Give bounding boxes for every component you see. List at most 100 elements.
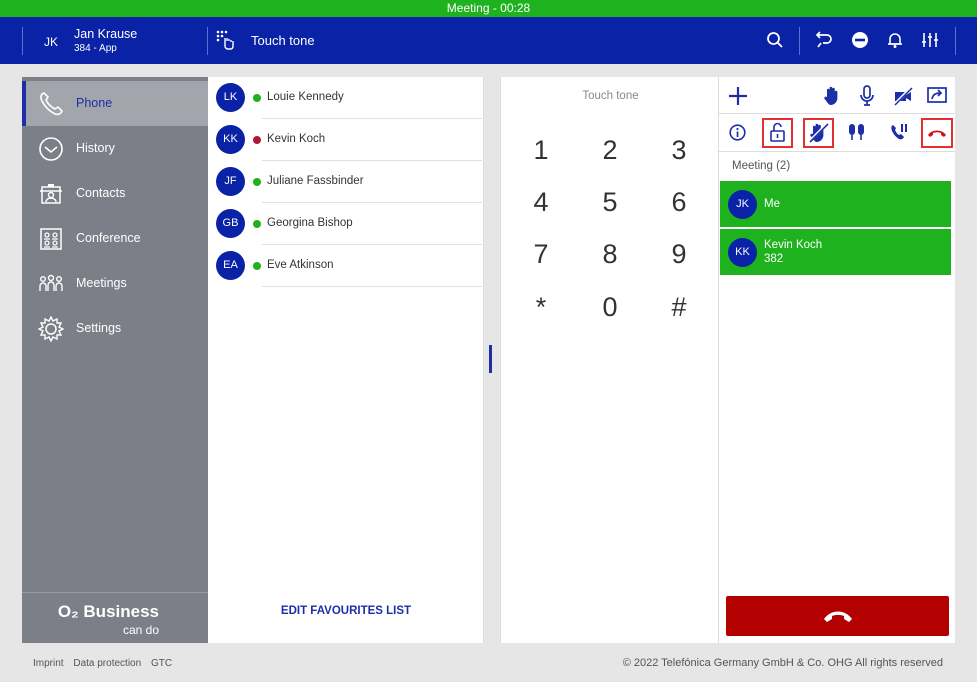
presence-dot (253, 262, 261, 270)
contact-name: Eve Atkinson (267, 259, 334, 271)
footer-links: Imprint Data protection GTC (33, 658, 179, 669)
participant-name: Kevin Koch (764, 239, 823, 251)
dial-key-8[interactable]: 8 (585, 234, 635, 274)
dial-key-6[interactable]: 6 (654, 182, 704, 222)
edit-favourites-link[interactable]: EDIT FAVOURITES LIST (208, 605, 484, 617)
clock-icon (38, 136, 64, 165)
contact-name: Louie Kennedy (267, 91, 344, 103)
list-item[interactable]: JF Juliane Fassbinder (208, 161, 484, 203)
toolbar-divider (719, 151, 955, 152)
brand-name: O₂ Business (57, 602, 159, 621)
avatar: EA (216, 251, 245, 280)
dial-key-hash[interactable]: # (654, 287, 704, 327)
meeting-panel: Meeting (2) JK Me KK Kevin Koch 382 (719, 77, 955, 643)
hangup-icon (821, 604, 855, 631)
user-name[interactable]: Jan Krause (74, 27, 137, 41)
sidebar-item-history[interactable]: History (22, 126, 208, 171)
participant-name: Me (764, 198, 780, 210)
add-icon[interactable] (728, 86, 748, 109)
hold-icon[interactable] (890, 123, 908, 144)
gtc-link[interactable]: GTC (151, 658, 172, 669)
list-item[interactable]: GB Georgina Bishop (208, 203, 484, 245)
hangup-small-icon[interactable] (921, 118, 953, 148)
list-item[interactable]: LK Louie Kennedy (208, 77, 484, 119)
presence-dot (253, 178, 261, 186)
avatar: LK (216, 83, 245, 112)
sidebar-item-label: Settings (76, 321, 122, 335)
sidebar-item-meetings[interactable]: Meetings (22, 261, 208, 306)
avatar: JK (728, 190, 757, 219)
sidebar-item-phone[interactable]: Phone (22, 81, 208, 126)
brand-tagline: can do (122, 623, 159, 637)
dial-key-star[interactable]: * (516, 287, 566, 327)
sidebar-item-label: Phone (76, 96, 113, 110)
dial-key-9[interactable]: 9 (654, 234, 704, 274)
presence-dot (253, 220, 261, 228)
sidebar-item-settings[interactable]: Settings (22, 306, 208, 351)
copyright: © 2022 Telefónica Germany GmbH & Co. OHG… (622, 657, 943, 669)
do-not-disturb-icon[interactable] (851, 31, 869, 52)
avatar: KK (728, 238, 757, 267)
dialpad-title: Touch tone (582, 90, 639, 102)
dial-key-3[interactable]: 3 (654, 130, 704, 170)
dial-key-0[interactable]: 0 (585, 287, 635, 327)
video-off-icon[interactable] (892, 85, 914, 109)
list-item[interactable]: EA Eve Atkinson (208, 245, 484, 287)
dial-key-1[interactable]: 1 (516, 130, 566, 170)
imprint-link[interactable]: Imprint (33, 658, 64, 669)
dial-key-5[interactable]: 5 (585, 182, 635, 222)
lower-hands-icon[interactable] (803, 118, 834, 148)
list-item[interactable]: KK Kevin Koch (208, 119, 484, 161)
microphone-icon[interactable] (859, 85, 875, 110)
user-extension: 384 - App (74, 43, 117, 54)
page-title: Touch tone (251, 33, 315, 48)
dial-key-7[interactable]: 7 (516, 234, 566, 274)
favourites-panel: LK Louie Kennedy KK Kevin Koch JF Julian… (208, 77, 484, 643)
bell-icon[interactable] (886, 31, 904, 52)
header-divider (22, 27, 23, 55)
unlock-icon[interactable] (762, 118, 793, 148)
conference-icon (38, 226, 64, 255)
dial-key-4[interactable]: 4 (516, 182, 566, 222)
contacts-icon (38, 181, 64, 210)
redirect-icon[interactable] (814, 31, 834, 52)
resize-handle[interactable] (489, 345, 492, 373)
settings-sliders-icon[interactable] (921, 31, 939, 52)
mute-all-icon[interactable] (848, 123, 866, 144)
participant-extension: 382 (764, 253, 784, 265)
hangup-button[interactable] (726, 596, 949, 636)
raise-hand-icon[interactable] (823, 86, 841, 109)
presence-dot (253, 136, 261, 144)
data-protection-link[interactable]: Data protection (73, 658, 141, 669)
header-divider (799, 27, 800, 55)
participant-row[interactable]: JK Me (720, 181, 951, 227)
divider (262, 286, 482, 287)
dialpad-panel: Touch tone 1 2 3 4 5 6 7 8 9 * 0 # (500, 77, 719, 643)
sidebar: Phone History Contacts Conference Meetin… (22, 77, 208, 643)
presence-dot (253, 94, 261, 102)
meeting-timer-bar: Meeting - 00:28 (0, 0, 977, 17)
share-icon[interactable] (927, 86, 947, 107)
toolbar-divider (719, 113, 955, 114)
meetings-icon (38, 271, 64, 300)
contact-name: Georgina Bishop (267, 217, 353, 229)
phone-icon (38, 91, 64, 120)
meeting-participants-label: Meeting (2) (732, 160, 791, 172)
header-divider (955, 27, 956, 55)
header-divider (207, 27, 208, 55)
avatar: KK (216, 125, 245, 154)
gear-icon (37, 315, 65, 345)
contact-name: Juliane Fassbinder (267, 175, 364, 187)
info-icon[interactable] (729, 124, 746, 144)
avatar: GB (216, 209, 245, 238)
search-icon[interactable] (766, 31, 784, 52)
sidebar-item-conference[interactable]: Conference (22, 216, 208, 261)
participant-row[interactable]: KK Kevin Koch 382 (720, 229, 951, 275)
dialpad-icon[interactable] (216, 30, 234, 53)
sidebar-item-label: History (76, 141, 115, 155)
dial-key-2[interactable]: 2 (585, 130, 635, 170)
sidebar-item-contacts[interactable]: Contacts (22, 171, 208, 216)
avatar: JF (216, 167, 245, 196)
user-initials[interactable]: JK (44, 35, 58, 49)
brand-logo: O₂ Business can do (22, 592, 208, 643)
